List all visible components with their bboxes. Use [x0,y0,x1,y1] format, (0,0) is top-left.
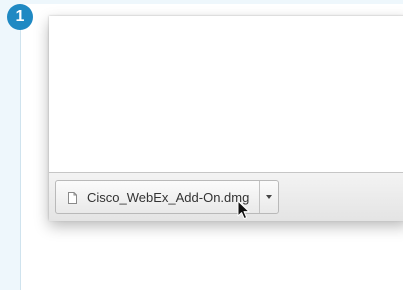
page-content-area [49,16,403,172]
file-icon [68,191,77,204]
chevron-down-icon [266,194,272,201]
browser-window: Cisco_WebEx_Add-On.dmg [49,16,403,221]
download-shelf: Cisco_WebEx_Add-On.dmg [49,172,403,221]
download-menu-button[interactable] [259,181,278,213]
left-panel-strip [0,0,21,290]
mouse-cursor-icon [237,200,251,220]
download-item-open[interactable]: Cisco_WebEx_Add-On.dmg [56,181,259,213]
top-panel-strip [20,0,403,4]
download-filename: Cisco_WebEx_Add-On.dmg [87,189,250,205]
step-number-badge: 1 [7,4,33,30]
